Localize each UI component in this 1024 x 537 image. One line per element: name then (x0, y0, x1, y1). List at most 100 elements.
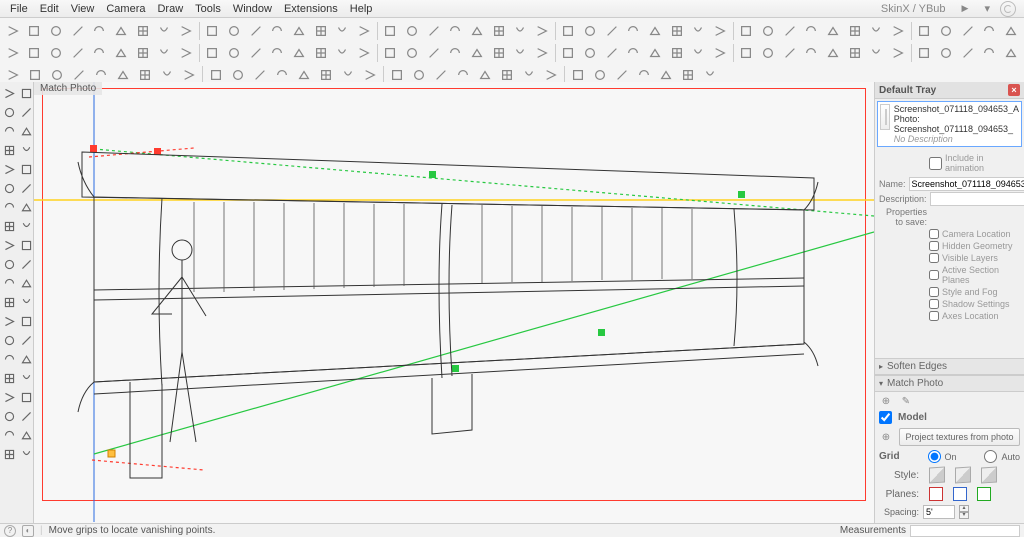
toolbar-button[interactable] (915, 43, 935, 63)
scene-name-input[interactable] (909, 177, 1024, 191)
toolbar-button[interactable] (3, 21, 23, 41)
toolbar-button[interactable] (532, 21, 552, 41)
toolbar-button[interactable] (203, 43, 223, 63)
spacing-step-up[interactable]: ▴ (959, 505, 969, 512)
tool-tool[interactable] (18, 332, 34, 348)
toolbar-button[interactable] (311, 21, 331, 41)
toolbar-button[interactable] (354, 43, 374, 63)
tool-tool[interactable] (1, 351, 17, 367)
menu-item[interactable]: Window (227, 3, 278, 15)
soften-edges-header[interactable]: ▸Soften Edges (875, 358, 1024, 375)
eraser-tool[interactable] (18, 85, 34, 101)
user-icon[interactable]: ◐ (22, 525, 34, 537)
toolbar-button[interactable] (580, 43, 600, 63)
toolbar-button[interactable] (424, 43, 444, 63)
freehand-tool[interactable] (18, 104, 34, 120)
toolbar-button[interactable] (667, 21, 687, 41)
toolbar-button[interactable] (888, 21, 908, 41)
tool-tool[interactable] (18, 351, 34, 367)
toolbar-button[interactable] (823, 21, 843, 41)
tape-tool[interactable] (1, 218, 17, 234)
dropdown-icon[interactable]: ▾ (978, 2, 996, 15)
tool-tool[interactable] (1, 389, 17, 405)
toolbar-button[interactable] (267, 21, 287, 41)
toolbar-button[interactable] (154, 43, 174, 63)
extension-icon[interactable] (1000, 1, 1016, 17)
grid-auto-radio[interactable] (984, 450, 997, 463)
tool-tool[interactable] (18, 427, 34, 443)
toolbar-button[interactable] (46, 21, 66, 41)
spacing-step-down[interactable]: ▾ (959, 512, 969, 519)
rotate-tool[interactable] (1, 199, 17, 215)
toolbar-button[interactable] (1001, 43, 1021, 63)
scale-tool[interactable] (18, 199, 34, 215)
paint-tool[interactable] (1, 256, 17, 272)
tool-tool[interactable] (18, 446, 34, 462)
toolbar-button[interactable] (780, 21, 800, 41)
menu-item[interactable]: Extensions (278, 3, 344, 15)
line-tool[interactable] (1, 104, 17, 120)
toolbar-button[interactable] (424, 21, 444, 41)
tool-tool[interactable] (1, 313, 17, 329)
toolbar-button[interactable] (467, 21, 487, 41)
toolbar-button[interactable] (958, 21, 978, 41)
prop-checkbox[interactable] (929, 253, 939, 263)
toolbar-button[interactable] (958, 43, 978, 63)
zoom-tool[interactable] (18, 275, 34, 291)
tool-tool[interactable] (18, 370, 34, 386)
pushpull-tool[interactable] (18, 161, 34, 177)
edit-matchphoto-icon[interactable]: ✎ (899, 396, 913, 407)
toolbar-button[interactable] (532, 43, 552, 63)
scene-desc-input[interactable] (930, 192, 1024, 206)
plane-green[interactable] (977, 487, 991, 501)
toolbar-button[interactable] (979, 43, 999, 63)
toolbar-button[interactable] (224, 43, 244, 63)
text-tool[interactable] (1, 237, 17, 253)
measurements-input[interactable] (910, 525, 1020, 537)
axes-tool[interactable] (18, 294, 34, 310)
toolbar-button[interactable] (780, 43, 800, 63)
model-visible-checkbox[interactable] (879, 411, 892, 424)
toolbar-button[interactable] (979, 21, 999, 41)
toolbar-button[interactable] (111, 43, 131, 63)
toolbar-button[interactable] (176, 43, 196, 63)
prop-checkbox[interactable] (929, 241, 939, 251)
toolbar-button[interactable] (688, 21, 708, 41)
menu-item[interactable]: Camera (100, 3, 151, 15)
pan-tool[interactable] (1, 275, 17, 291)
toolbar-button[interactable] (888, 43, 908, 63)
prop-checkbox[interactable] (929, 299, 939, 309)
toolbar-button[interactable] (915, 21, 935, 41)
protractor-tool[interactable] (18, 218, 34, 234)
toolbar-button[interactable] (154, 21, 174, 41)
toolbar-button[interactable] (332, 43, 352, 63)
arc-tool[interactable] (1, 123, 17, 139)
toolbar-button[interactable] (801, 43, 821, 63)
polygon-tool[interactable] (1, 161, 17, 177)
circle-tool[interactable] (18, 142, 34, 158)
tool-tool[interactable] (18, 389, 34, 405)
toolbar-button[interactable] (111, 21, 131, 41)
menu-item[interactable]: Edit (34, 3, 65, 15)
include-animation-checkbox[interactable] (929, 157, 942, 170)
toolbar-button[interactable] (332, 21, 352, 41)
toolbar-button[interactable] (489, 43, 509, 63)
toolbar-button[interactable] (758, 21, 778, 41)
toolbar-button[interactable] (580, 21, 600, 41)
prop-checkbox[interactable] (929, 270, 939, 280)
pie-tool[interactable] (18, 123, 34, 139)
style-option-3[interactable] (981, 466, 997, 483)
prop-checkbox[interactable] (929, 229, 939, 239)
toolbar-button[interactable] (801, 21, 821, 41)
spacing-input[interactable] (923, 505, 955, 519)
tool-tool[interactable] (1, 427, 17, 443)
move-tool[interactable] (18, 180, 34, 196)
toolbar-button[interactable] (224, 21, 244, 41)
toolbar-button[interactable] (381, 21, 401, 41)
orbit-tool[interactable] (18, 256, 34, 272)
toolbar-button[interactable] (246, 21, 266, 41)
style-option-2[interactable] (955, 466, 971, 483)
toolbar-button[interactable] (936, 43, 956, 63)
help-icon[interactable]: ? (4, 525, 16, 537)
toolbar-button[interactable] (866, 21, 886, 41)
